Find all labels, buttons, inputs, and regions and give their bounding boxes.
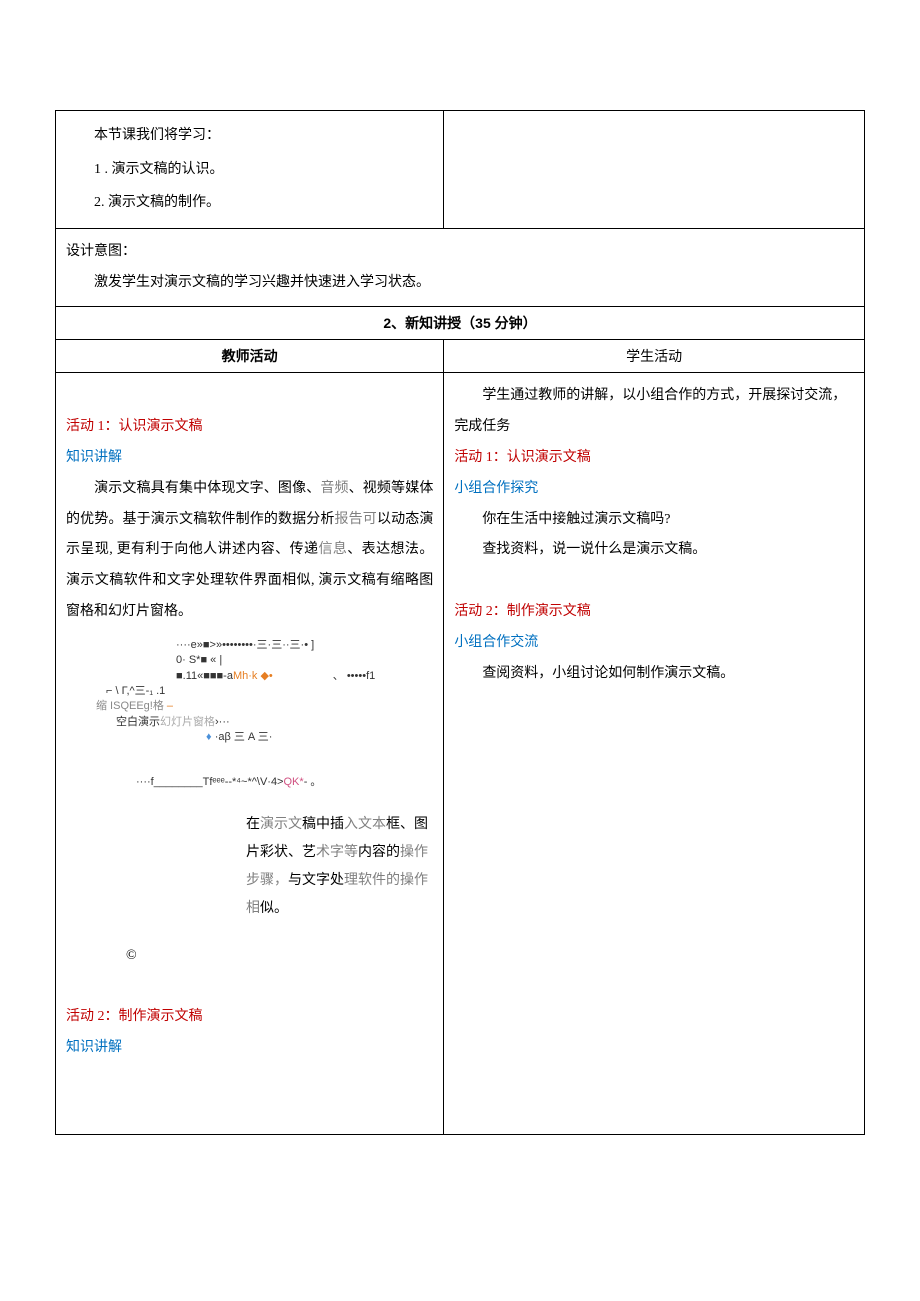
design-intent-label: 设计意图： <box>66 237 854 268</box>
diagram-row-3: ■.11«■■■-aMh·k ◆•、 •••••f1 <box>86 669 433 684</box>
diagram-note: 在演示文稿中插入文本框、图片彩状、艺术字等内容的操作步骤，与文字处理软件的操作相… <box>66 811 433 923</box>
student-q2: 查找资料，说一说什么是演示文稿。 <box>454 535 854 566</box>
design-intent-text: 激发学生对演示文稿的学习兴趣并快速进入学习状态。 <box>66 268 854 299</box>
teacher-paragraph-1: 演示文稿具有集中体现文字、图像、音频、视频等媒体的优势。基于演示文稿软件制作的数… <box>66 474 433 628</box>
teacher-activity-1-title: 活动 1：认识演示文稿 <box>66 412 433 443</box>
diagram-r3b: Mh·k ◆• <box>233 670 273 682</box>
diagram-row-6: 空白演示幻灯片窗格›··· ♦ ·aβ 三 A 三· <box>86 715 433 746</box>
teacher-activity-2-title: 活动 2：制作演示文稿 <box>66 1002 433 1033</box>
student-activity-2-title: 活动 2：制作演示文稿 <box>454 597 854 628</box>
student-q1: 你在生活中接触过演示文稿吗? <box>454 505 854 536</box>
diagram-r7b: QK* <box>284 776 304 788</box>
diagram-r6b: 幻灯片窗格 <box>160 716 215 728</box>
lesson-table: 本节课我们将学习： 1 . 演示文稿的认识。 2. 演示文稿的制作。 设计意图：… <box>55 110 865 1135</box>
intro-line-1: 本节课我们将学习： <box>66 119 433 153</box>
note-f: 术字等 <box>316 845 358 860</box>
teacher-knowledge-label: 知识讲解 <box>66 443 433 474</box>
note-c: 稿中插 <box>302 817 344 832</box>
diagram-row-5: 缩 ISQEEg!格 – <box>86 699 433 714</box>
para1-report: 报告可 <box>335 512 377 527</box>
student-group-exchange: 小组合作交流 <box>454 628 854 659</box>
intro-right-cell <box>444 111 865 229</box>
design-intent-cell: 设计意图： 激发学生对演示文稿的学习兴趣并快速进入学习状态。 <box>56 228 865 307</box>
note-a: 在 <box>246 817 260 832</box>
diagram-r5b: – <box>164 700 173 712</box>
student-group-explore: 小组合作探究 <box>454 474 854 505</box>
teacher-activity-cell: 活动 1：认识演示文稿 知识讲解 演示文稿具有集中体现文字、图像、音频、视频等媒… <box>56 373 444 1134</box>
ppt-diagram: ····e»■>»••••••••·三·三··三·• ] 0· S*■ « | … <box>66 638 433 791</box>
diagram-r6a: 空白演示 <box>116 716 160 728</box>
diagram-r3a: ■.11«■■■-a <box>176 670 233 682</box>
note-b: 演示文 <box>260 817 302 832</box>
diagram-r6d: ♦ <box>206 731 212 743</box>
diagram-row-4: ⌐ \ Γ,^三-₁ .1 <box>86 684 433 699</box>
student-activity-cell: 学生通过教师的讲解，以小组合作的方式，开展探讨交流，完成任务 活动 1：认识演示… <box>444 373 865 1134</box>
note-d: 入文本 <box>344 817 386 832</box>
note-k: 似。 <box>260 901 288 916</box>
student-q3: 查阅资料，小组讨论如何制作演示文稿。 <box>454 659 854 690</box>
student-activity-1-title: 活动 1：认识演示文稿 <box>454 443 854 474</box>
diagram-r7a: ····f________Tfᵉᵉᵉ--*⁴~*^\V·4> <box>136 776 284 788</box>
teacher-col-header: 教师活动 <box>56 340 444 373</box>
intro-left-cell: 本节课我们将学习： 1 . 演示文稿的认识。 2. 演示文稿的制作。 <box>56 111 444 229</box>
para1-audio: 音频 <box>320 481 348 496</box>
intro-line-2: 1 . 演示文稿的认识。 <box>66 153 433 187</box>
student-intro: 学生通过教师的讲解，以小组合作的方式，开展探讨交流，完成任务 <box>454 381 854 443</box>
diagram-r5a: 缩 ISQEEg!格 <box>96 700 164 712</box>
diagram-r7c: - 。 <box>304 776 322 788</box>
para1-info: 信息 <box>318 542 347 557</box>
intro-line-3: 2. 演示文稿的制作。 <box>66 186 433 220</box>
diagram-row-7: ····f________Tfᵉᵉᵉ--*⁴~*^\V·4>QK*- 。 <box>86 775 433 790</box>
diagram-r6e: ·aβ 三 A 三· <box>215 731 273 743</box>
diagram-row-1: ····e»■>»••••••••·三·三··三·• ] <box>86 638 433 653</box>
diagram-r3c: 、 •••••f1 <box>273 670 376 682</box>
para1-a: 演示文稿具有集中体现文字、图像、 <box>94 481 320 496</box>
student-col-header: 学生活动 <box>444 340 865 373</box>
section-2-header: 2、新知讲授（35 分钟） <box>56 307 865 340</box>
diagram-r6c: ›··· <box>215 716 230 728</box>
note-g: 内容的 <box>358 845 400 860</box>
diagram-row-2: 0· S*■ « | <box>86 653 433 668</box>
note-i: 与文字处 <box>288 873 344 888</box>
copyright-icon: © <box>66 933 433 972</box>
teacher-knowledge-label-2: 知识讲解 <box>66 1033 433 1064</box>
